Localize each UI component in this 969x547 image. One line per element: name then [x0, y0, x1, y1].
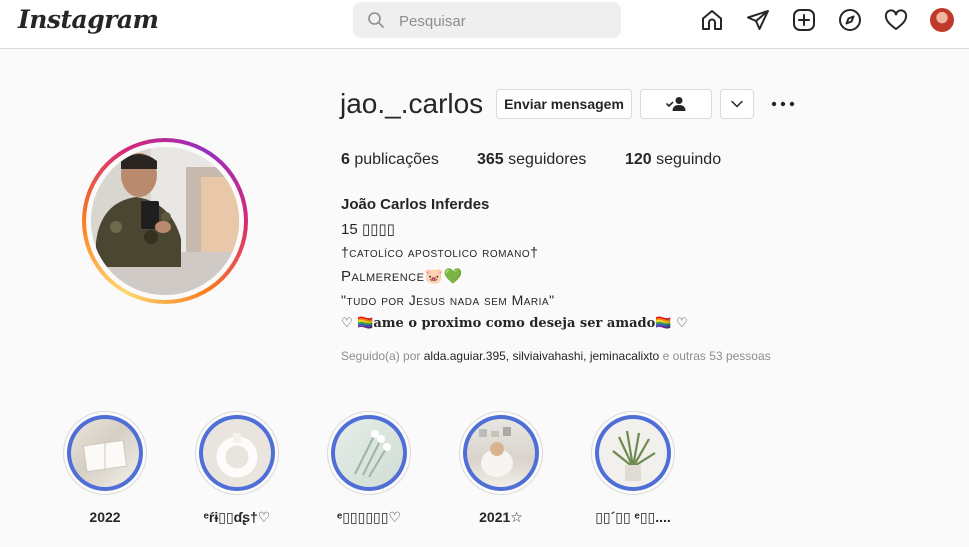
- home-icon[interactable]: [700, 8, 724, 32]
- search-box[interactable]: [353, 2, 621, 38]
- chevron-down-icon: [731, 100, 743, 108]
- highlight-cover: [595, 415, 671, 491]
- highlight-label: ᵉŕɨ▯▯ɗʂ†♡: [203, 509, 271, 525]
- posts-stat: 6 publicações: [341, 151, 439, 169]
- following-stat[interactable]: 120 seguindo: [625, 151, 721, 169]
- highlight-ring[interactable]: [459, 411, 543, 495]
- followers-label: seguidores: [508, 151, 587, 168]
- highlight-item[interactable]: 2021☆: [458, 411, 544, 526]
- profile-username: jao._.carlos: [340, 88, 484, 119]
- profile-picture[interactable]: [91, 147, 239, 295]
- following-count: 120: [625, 151, 652, 168]
- person-check-icon: [666, 97, 686, 111]
- suggested-dropdown-button[interactable]: [720, 89, 754, 119]
- following-button[interactable]: [640, 89, 712, 119]
- highlight-label: 2021☆: [479, 509, 523, 525]
- highlight-ring[interactable]: [591, 411, 675, 495]
- highlight-image: [203, 419, 271, 487]
- highlight-image: [467, 419, 535, 487]
- followers-stat[interactable]: 365 seguidores: [477, 151, 586, 169]
- more-options-icon[interactable]: [771, 100, 795, 108]
- highlight-ring[interactable]: [327, 411, 411, 495]
- bio-line-1: 15 ▯▯▯▯: [341, 221, 395, 238]
- followed-by-users[interactable]: alda.aguiar.395, silviaivahashi, jeminac…: [424, 349, 659, 363]
- bio-line-5: ♡ 🏳️‍🌈ame o proximo como deseja ser amad…: [341, 316, 688, 331]
- highlight-label: ᵉ▯▯▯▯▯▯♡: [336, 509, 402, 525]
- instagram-logo[interactable]: Instagram: [18, 5, 159, 34]
- highlight-label: ▯▯´▯▯ ᵉ▯▯....: [595, 509, 671, 525]
- posts-label: publicações: [354, 151, 439, 168]
- bio-line-4: "tudo por Jesus nada sem Maria": [341, 292, 555, 308]
- posts-count: 6: [341, 151, 350, 168]
- profile-avatar[interactable]: [930, 8, 954, 32]
- highlight-image: [71, 419, 139, 487]
- followers-count: 365: [477, 151, 504, 168]
- highlight-cover: [331, 415, 407, 491]
- highlight-item[interactable]: ▯▯´▯▯ ᵉ▯▯....: [590, 411, 676, 526]
- highlight-label: 2022: [89, 509, 121, 525]
- highlight-cover: [463, 415, 539, 491]
- story-ring[interactable]: [82, 138, 248, 304]
- new-post-icon[interactable]: [792, 8, 816, 32]
- followed-by-suffix: e outras 53 pessoas: [662, 349, 771, 363]
- highlight-image: [599, 419, 667, 487]
- bio-line-3: Palmerence🐷💚: [341, 268, 463, 285]
- top-navigation-bar: Instagram: [0, 0, 969, 49]
- profile-photo-illustration: [91, 147, 239, 295]
- highlight-item[interactable]: ᵉ▯▯▯▯▯▯♡: [326, 411, 412, 526]
- highlight-item[interactable]: ᵉŕɨ▯▯ɗʂ†♡: [194, 411, 280, 526]
- highlight-image: [335, 419, 403, 487]
- explore-icon[interactable]: [838, 8, 862, 32]
- search-input[interactable]: [397, 10, 601, 32]
- search-icon: [368, 12, 384, 28]
- direct-icon[interactable]: [746, 8, 770, 32]
- profile-full-name: João Carlos Inferdes: [341, 196, 490, 213]
- story-ring-gap: [86, 142, 244, 300]
- bio-line-2: †catolíco apostolico romano†: [341, 244, 539, 260]
- highlight-cover: [67, 415, 143, 491]
- followed-by-prefix: Seguido(a) por: [341, 349, 421, 363]
- heart-icon[interactable]: [884, 8, 908, 32]
- highlight-ring[interactable]: [63, 411, 147, 495]
- send-message-button[interactable]: Enviar mensagem: [496, 89, 632, 119]
- following-label: seguindo: [656, 151, 722, 168]
- highlight-cover: [199, 415, 275, 491]
- followed-by-text[interactable]: Seguido(a) por alda.aguiar.395, silviaiv…: [341, 349, 771, 363]
- highlight-item[interactable]: 2022: [62, 411, 148, 525]
- highlight-ring[interactable]: [195, 411, 279, 495]
